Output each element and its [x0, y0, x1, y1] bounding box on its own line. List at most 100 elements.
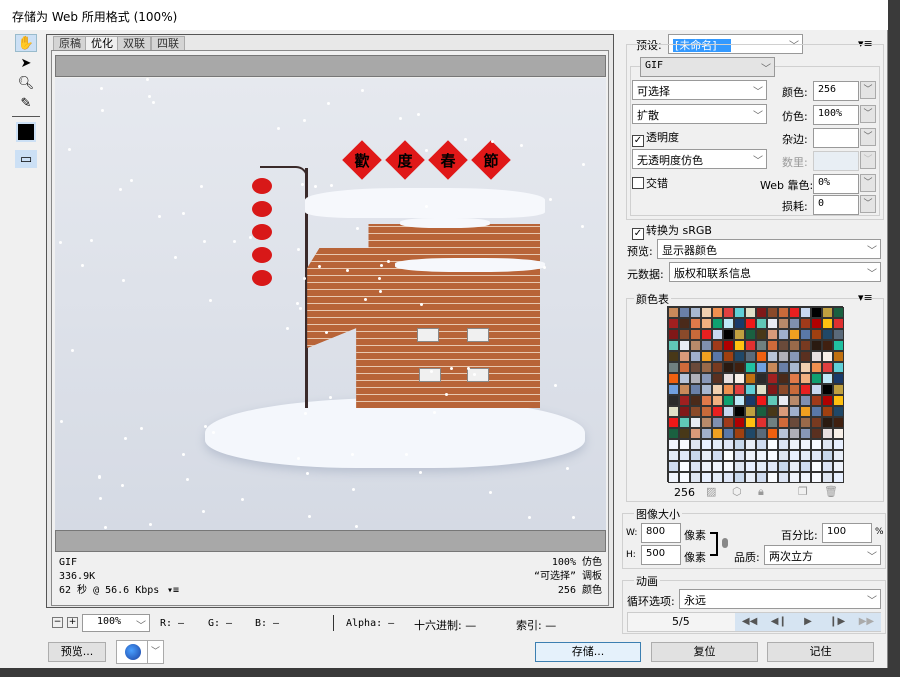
- new-color-icon[interactable]: ❐: [798, 485, 808, 498]
- color-swatch[interactable]: [789, 417, 800, 428]
- color-swatch[interactable]: [745, 318, 756, 329]
- color-swatch[interactable]: [822, 373, 833, 384]
- color-swatch[interactable]: [690, 373, 701, 384]
- color-swatch[interactable]: [701, 329, 712, 340]
- color-swatch[interactable]: [778, 362, 789, 373]
- color-swatch[interactable]: [668, 340, 679, 351]
- color-swatch[interactable]: [690, 351, 701, 362]
- color-swatch[interactable]: [811, 318, 822, 329]
- color-swatch[interactable]: [723, 395, 734, 406]
- color-swatch[interactable]: [822, 461, 833, 472]
- color-swatch[interactable]: [668, 472, 679, 483]
- color-swatch[interactable]: [734, 362, 745, 373]
- color-swatch[interactable]: [778, 450, 789, 461]
- tab-original[interactable]: 原稿: [53, 36, 87, 50]
- color-swatch[interactable]: [789, 329, 800, 340]
- color-swatch[interactable]: [745, 329, 756, 340]
- color-swatch[interactable]: [668, 307, 679, 318]
- color-swatch[interactable]: [833, 406, 844, 417]
- color-swatch[interactable]: [679, 373, 690, 384]
- color-swatch[interactable]: [767, 384, 778, 395]
- color-swatch[interactable]: [679, 318, 690, 329]
- color-swatch[interactable]: [756, 373, 767, 384]
- color-swatch[interactable]: [679, 472, 690, 483]
- lossy-input[interactable]: 0: [813, 195, 859, 215]
- color-swatch[interactable]: [701, 307, 712, 318]
- color-swatch[interactable]: [822, 439, 833, 450]
- color-swatch[interactable]: [833, 318, 844, 329]
- color-swatch[interactable]: [800, 406, 811, 417]
- color-swatch[interactable]: [822, 384, 833, 395]
- color-swatch[interactable]: [767, 373, 778, 384]
- color-swatch[interactable]: [690, 417, 701, 428]
- color-swatch[interactable]: [679, 461, 690, 472]
- color-swatch[interactable]: [712, 329, 723, 340]
- color-swatch[interactable]: [833, 340, 844, 351]
- color-swatch[interactable]: [712, 307, 723, 318]
- color-swatch[interactable]: [690, 439, 701, 450]
- first-frame-icon[interactable]: ◀◀: [735, 613, 764, 631]
- web-snap-dropdown[interactable]: ﹀: [860, 174, 876, 192]
- color-swatch[interactable]: [701, 395, 712, 406]
- color-swatch[interactable]: [789, 406, 800, 417]
- color-swatch[interactable]: [811, 362, 822, 373]
- color-swatch[interactable]: [767, 362, 778, 373]
- color-swatch[interactable]: [822, 406, 833, 417]
- color-swatch[interactable]: [822, 450, 833, 461]
- matte-input[interactable]: [813, 128, 859, 148]
- color-swatch[interactable]: [756, 417, 767, 428]
- color-swatch[interactable]: [800, 384, 811, 395]
- color-swatch[interactable]: [723, 439, 734, 450]
- matte-dropdown[interactable]: ﹀: [860, 128, 876, 146]
- color-swatch[interactable]: [745, 406, 756, 417]
- color-swatch[interactable]: [734, 450, 745, 461]
- zoom-in-button[interactable]: +: [67, 617, 78, 628]
- loop-select[interactable]: 永远﹀: [679, 589, 881, 609]
- color-swatch[interactable]: [789, 461, 800, 472]
- color-swatch[interactable]: [690, 340, 701, 351]
- color-swatch[interactable]: [745, 395, 756, 406]
- color-swatch[interactable]: [767, 461, 778, 472]
- color-swatch[interactable]: [789, 373, 800, 384]
- zoom-tool-icon[interactable]: 🔍︎: [15, 74, 37, 92]
- color-swatch[interactable]: [811, 384, 822, 395]
- color-swatch[interactable]: [756, 362, 767, 373]
- convert-srgb-checkbox[interactable]: ✓转换为 sRGB: [632, 222, 712, 240]
- color-swatch[interactable]: [789, 472, 800, 483]
- color-swatch[interactable]: [701, 362, 712, 373]
- eyedropper-color-swatch[interactable]: [16, 122, 36, 142]
- color-swatch[interactable]: [723, 329, 734, 340]
- download-speed-menu-icon[interactable]: ▾≡: [167, 584, 179, 598]
- color-swatch[interactable]: [734, 461, 745, 472]
- color-swatch[interactable]: [712, 439, 723, 450]
- color-swatch[interactable]: [778, 439, 789, 450]
- color-swatch[interactable]: [690, 384, 701, 395]
- color-swatch[interactable]: [778, 461, 789, 472]
- color-table-grid[interactable]: [667, 306, 843, 482]
- color-swatch[interactable]: [800, 439, 811, 450]
- color-swatch[interactable]: [756, 450, 767, 461]
- color-swatch[interactable]: [833, 428, 844, 439]
- color-swatch[interactable]: [822, 351, 833, 362]
- color-swatch[interactable]: [756, 439, 767, 450]
- color-swatch[interactable]: [679, 329, 690, 340]
- color-swatch[interactable]: [734, 439, 745, 450]
- color-swatch[interactable]: [778, 318, 789, 329]
- color-swatch[interactable]: [690, 307, 701, 318]
- color-swatch[interactable]: [745, 439, 756, 450]
- color-swatch[interactable]: [723, 450, 734, 461]
- previous-frame-icon[interactable]: ◀❙: [764, 613, 793, 631]
- preview-color-select[interactable]: 显示器颜色﹀: [657, 239, 881, 259]
- dither-dropdown[interactable]: ﹀: [860, 105, 876, 123]
- color-swatch[interactable]: [756, 395, 767, 406]
- color-swatch[interactable]: [712, 384, 723, 395]
- color-swatch[interactable]: [756, 329, 767, 340]
- color-swatch[interactable]: [767, 318, 778, 329]
- color-swatch[interactable]: [668, 406, 679, 417]
- color-swatch[interactable]: [679, 439, 690, 450]
- colors-input[interactable]: 256: [813, 81, 859, 101]
- color-swatch[interactable]: [811, 307, 822, 318]
- color-swatch[interactable]: [767, 428, 778, 439]
- format-select[interactable]: GIF﹀: [640, 57, 775, 77]
- color-swatch[interactable]: [822, 428, 833, 439]
